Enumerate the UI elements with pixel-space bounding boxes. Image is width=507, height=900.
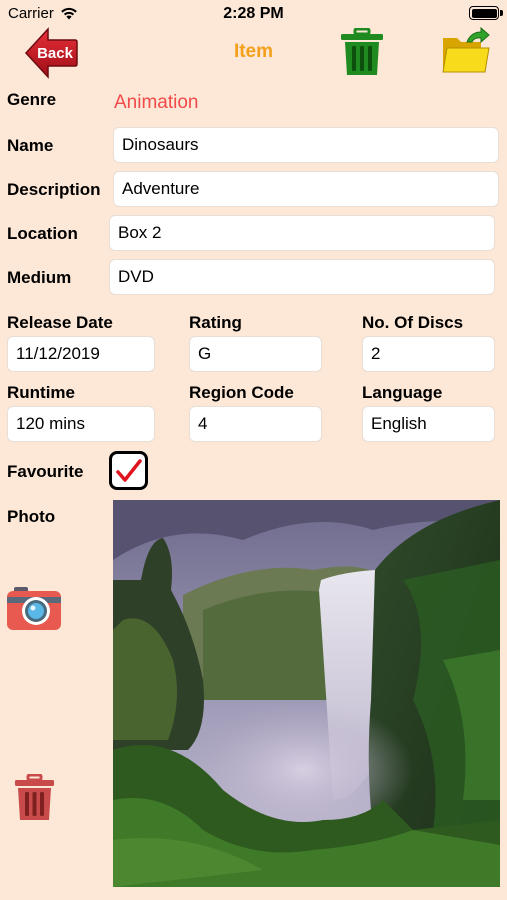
region-code-field[interactable]: 4 (189, 406, 322, 442)
description-field[interactable]: Adventure (113, 171, 499, 207)
runtime-field[interactable]: 120 mins (7, 406, 155, 442)
favourite-label: Favourite (7, 462, 84, 481)
medium-label: Medium (7, 268, 72, 287)
take-photo-button[interactable] (6, 585, 62, 631)
location-field[interactable]: Box 2 (109, 215, 495, 251)
genre-value[interactable]: Animation (114, 92, 199, 114)
medium-field[interactable]: DVD (109, 259, 495, 295)
description-label: Description (7, 180, 101, 199)
name-label: Name (7, 136, 54, 155)
battery-icon (469, 6, 503, 20)
name-field[interactable]: Dinosaurs (113, 127, 499, 163)
release-date-field[interactable]: 11/12/2019 (7, 336, 155, 372)
photo-label: Photo (7, 507, 56, 526)
rating-field[interactable]: G (189, 336, 322, 372)
checkmark-icon (115, 458, 142, 482)
num-discs-label: No. Of Discs (362, 313, 464, 332)
language-label: Language (362, 383, 443, 402)
trash-icon (341, 27, 383, 75)
location-label: Location (7, 224, 78, 243)
favourite-checkbox[interactable] (109, 451, 148, 490)
folder-open-icon (442, 26, 490, 73)
genre-label: Genre (7, 90, 57, 109)
rating-label: Rating (189, 313, 242, 332)
camera-icon (7, 587, 61, 630)
num-discs-field[interactable]: 2 (362, 336, 495, 372)
language-field[interactable]: English (362, 406, 495, 442)
delete-photo-button[interactable] (14, 773, 55, 821)
delete-item-button[interactable] (340, 27, 384, 76)
release-date-label: Release Date (7, 313, 113, 332)
runtime-label: Runtime (7, 383, 75, 402)
item-photo (113, 500, 500, 887)
open-folder-button[interactable] (441, 26, 491, 76)
trash-icon (15, 773, 54, 820)
page-title: Item (233, 41, 274, 62)
status-time: 2:28 PM (223, 5, 284, 22)
region-code-label: Region Code (189, 383, 294, 402)
